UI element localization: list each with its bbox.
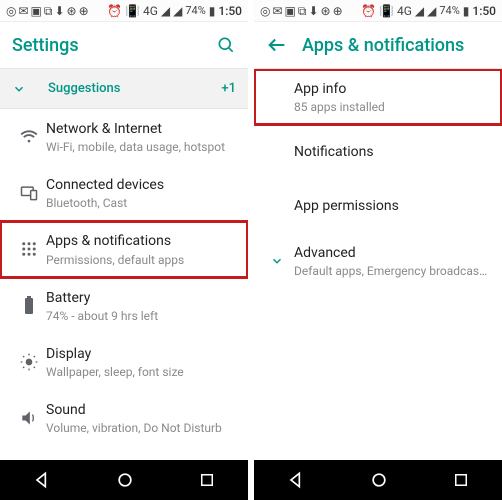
- android-navbar: [254, 460, 502, 500]
- dropbox-icon: ⧉: [44, 5, 53, 17]
- row-app-permissions[interactable]: App permissions: [254, 179, 502, 233]
- status-system: ⏰ 📳 4G ◢ ◢ 74% ▮ 1:50: [107, 5, 242, 17]
- row-label: App permissions: [294, 197, 490, 215]
- row-label: Display: [46, 345, 236, 363]
- nav-home-button[interactable]: [369, 470, 389, 490]
- row-label: Network & Internet: [46, 120, 236, 138]
- row-sub: Volume, vibration, Do Not Disturb: [46, 421, 236, 435]
- wifi-icon: [12, 127, 46, 147]
- row-label: Advanced: [294, 244, 490, 262]
- page-title: Settings: [12, 35, 202, 56]
- status-time: 1:50: [472, 5, 496, 17]
- signal-type: 4G: [397, 5, 412, 17]
- suggestions-row[interactable]: Suggestions +1: [0, 69, 248, 109]
- vibrate-icon: 📳: [125, 5, 140, 17]
- nav-back-button[interactable]: [286, 470, 306, 490]
- row-sub: 74% - about 9 hrs left: [46, 309, 236, 323]
- row-label: Battery: [46, 289, 236, 307]
- signal-icon: ◢: [161, 5, 170, 17]
- battery-icon: ▮: [209, 5, 216, 17]
- nav-recent-button[interactable]: [198, 471, 216, 489]
- phone-left: ◎ ✉ ▣ ⧉ ⬇ ⊛ ⊕ ⏰ 📳 4G ◢ ◢ 74% ▮ 1:50 Sett…: [0, 0, 248, 500]
- suggestions-label: Suggestions: [48, 81, 221, 96]
- sync-icon: ⊛: [67, 5, 77, 17]
- row-advanced[interactable]: Advanced Default apps, Emergency broadca…: [254, 233, 502, 289]
- status-system: ⏰ 📳 4G ◢ ◢ 74% ▮ 1:50: [361, 5, 496, 17]
- row-sub: Permissions, default apps: [46, 253, 236, 267]
- page-title: Apps & notifications: [302, 35, 490, 56]
- android-navbar: [0, 460, 248, 500]
- alarm-icon: ⏰: [107, 5, 122, 17]
- battery-percent: 74%: [185, 5, 205, 16]
- row-sub: 85 apps installed: [294, 100, 490, 114]
- whatsapp-icon: ◎: [6, 5, 16, 17]
- devices-icon: [12, 183, 46, 203]
- download-icon: ⬇: [54, 5, 64, 17]
- more-icon: ⊕: [333, 5, 343, 17]
- signal-icon: ◢: [415, 5, 424, 17]
- battery-icon: [12, 296, 46, 316]
- chevron-down-icon: [12, 82, 26, 96]
- display-icon: [12, 352, 46, 372]
- signal-icon-2: ◢: [173, 5, 182, 17]
- dropbox-icon: ⧉: [298, 5, 307, 17]
- row-label: Connected devices: [46, 176, 236, 194]
- sync-icon: ⊛: [321, 5, 331, 17]
- status-notifications: ◎ ✉ ▣ ⧉ ⬇ ⊛ ⊕: [260, 5, 343, 17]
- appbar: Apps & notifications: [254, 22, 502, 68]
- row-storage[interactable]: Storage 63% used - 11.75 GB free: [0, 446, 248, 460]
- suggestions-badge: +1: [221, 81, 236, 96]
- row-label: Notifications: [294, 143, 490, 161]
- apps-notifications-list[interactable]: App info 85 apps installed Notifications…: [254, 69, 502, 460]
- image-icon: ▣: [31, 5, 42, 17]
- row-label: Sound: [46, 401, 236, 419]
- mail-icon: ✉: [272, 5, 282, 17]
- row-display[interactable]: Display Wallpaper, sleep, font size: [0, 334, 248, 390]
- more-icon: ⊕: [79, 5, 89, 17]
- appbar: Settings: [0, 22, 248, 68]
- image-icon: ▣: [285, 5, 296, 17]
- row-label: App info: [294, 80, 490, 98]
- row-network-internet[interactable]: Network & Internet Wi-Fi, mobile, data u…: [0, 109, 248, 165]
- row-sub: Wi-Fi, mobile, data usage, hotspot: [46, 140, 236, 154]
- download-icon: ⬇: [308, 5, 318, 17]
- row-label: Apps & notifications: [46, 232, 236, 250]
- search-icon[interactable]: [216, 35, 236, 55]
- row-notifications[interactable]: Notifications: [254, 125, 502, 179]
- status-time: 1:50: [218, 5, 242, 17]
- row-sound[interactable]: Sound Volume, vibration, Do Not Disturb: [0, 390, 248, 446]
- vibrate-icon: 📳: [379, 5, 394, 17]
- settings-list[interactable]: Suggestions +1 Network & Internet Wi-Fi,…: [0, 69, 248, 460]
- row-app-info[interactable]: App info 85 apps installed: [254, 69, 502, 125]
- mail-icon: ✉: [18, 5, 28, 17]
- status-bar: ◎ ✉ ▣ ⧉ ⬇ ⊛ ⊕ ⏰ 📳 4G ◢ ◢ 74% ▮ 1:50: [0, 0, 248, 22]
- chevron-down-icon: [260, 254, 294, 268]
- status-bar: ◎ ✉ ▣ ⧉ ⬇ ⊛ ⊕ ⏰ 📳 4G ◢ ◢ 74% ▮ 1:50: [254, 0, 502, 22]
- signal-type: 4G: [143, 5, 158, 17]
- sound-icon: [12, 408, 46, 428]
- alarm-icon: ⏰: [361, 5, 376, 17]
- nav-home-button[interactable]: [115, 470, 135, 490]
- apps-grid-icon: [12, 240, 46, 258]
- row-sub: Wallpaper, sleep, font size: [46, 365, 236, 379]
- row-battery[interactable]: Battery 74% - about 9 hrs left: [0, 278, 248, 334]
- row-sub: Bluetooth, Cast: [46, 196, 236, 210]
- status-notifications: ◎ ✉ ▣ ⧉ ⬇ ⊛ ⊕: [6, 5, 89, 17]
- phone-right: ◎ ✉ ▣ ⧉ ⬇ ⊛ ⊕ ⏰ 📳 4G ◢ ◢ 74% ▮ 1:50 Apps…: [254, 0, 502, 500]
- signal-icon-2: ◢: [427, 5, 436, 17]
- row-connected-devices[interactable]: Connected devices Bluetooth, Cast: [0, 165, 248, 221]
- back-icon[interactable]: [266, 34, 288, 56]
- nav-back-button[interactable]: [32, 470, 52, 490]
- battery-icon: ▮: [463, 5, 470, 17]
- battery-percent: 74%: [439, 5, 459, 16]
- whatsapp-icon: ◎: [260, 5, 270, 17]
- row-sub: Default apps, Emergency broadcasts, Spec…: [294, 264, 490, 278]
- row-apps-notifications[interactable]: Apps & notifications Permissions, defaul…: [0, 221, 248, 277]
- nav-recent-button[interactable]: [452, 471, 470, 489]
